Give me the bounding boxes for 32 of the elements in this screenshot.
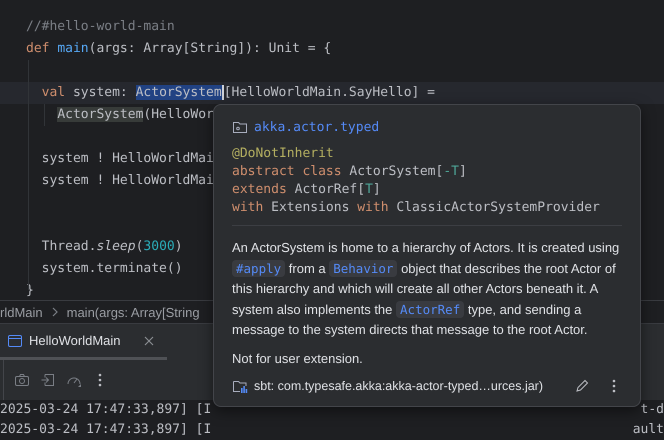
signature-line: extends ActorRef[T] bbox=[232, 181, 382, 199]
breadcrumb[interactable]: main(args: Array[String bbox=[66, 304, 200, 320]
import-icon[interactable] bbox=[40, 372, 56, 388]
console-line: ault bbox=[632, 421, 664, 439]
console-line: 2025-03-24 17:47:33,897] [I bbox=[0, 421, 212, 439]
console-line: t-d bbox=[640, 401, 664, 419]
folder-icon bbox=[232, 119, 248, 135]
camera-icon[interactable] bbox=[14, 372, 30, 388]
package-link[interactable]: akka.actor.typed bbox=[254, 120, 380, 134]
chevron-icon bbox=[50, 307, 59, 317]
source-text: sbt: com.typesafe.akka:akka-actor-typed…urces.jar) bbox=[254, 378, 544, 392]
code-line: system ! HelloWorldMai bbox=[40, 150, 214, 168]
code-link[interactable]: #apply bbox=[232, 260, 286, 276]
run-tab[interactable]: HelloWorldMain bbox=[0, 324, 167, 360]
note-text: Not for user extension. bbox=[232, 350, 364, 366]
console-line: 2025-03-24 17:47:33,897] [I bbox=[0, 401, 212, 419]
code-line: def main(args: Array[String]): Unit = { bbox=[26, 40, 332, 58]
pencil-icon[interactable] bbox=[574, 378, 590, 394]
code-line: //#hello-world-main bbox=[26, 18, 175, 36]
code-link[interactable]: ActorRef bbox=[396, 300, 464, 318]
code-line: system.terminate() bbox=[40, 260, 183, 278]
window-icon bbox=[7, 332, 23, 348]
code-link[interactable]: Behavior bbox=[329, 260, 398, 276]
signature-line: with Extensions with ClassicActorSystemProvider bbox=[232, 199, 601, 217]
signature-line: @DoNotInherit bbox=[232, 145, 335, 163]
breadcrumb[interactable]: rldMain bbox=[0, 304, 43, 320]
code-line: val system: ActorSystem[HelloWorldMain.SayHello] = bbox=[40, 84, 436, 102]
description-text: An ActorSystem is home to a hierarchy of Actors. It is created using #apply from a Behavior object that describes the root Actor of this hierarchy and which will create all other Actors beneath it. A system also implements the ActorRef type, and sending a message to the system directs that message to the root Actor. bbox=[232, 239, 620, 339]
signature-line: abstract class ActorSystem[-T] bbox=[232, 163, 468, 181]
code-line: system ! HelloWorldMai bbox=[40, 172, 214, 190]
code-line: ActorSystem(HelloWor bbox=[56, 106, 214, 124]
code-line: Thread.sleep(3000) bbox=[40, 238, 183, 256]
